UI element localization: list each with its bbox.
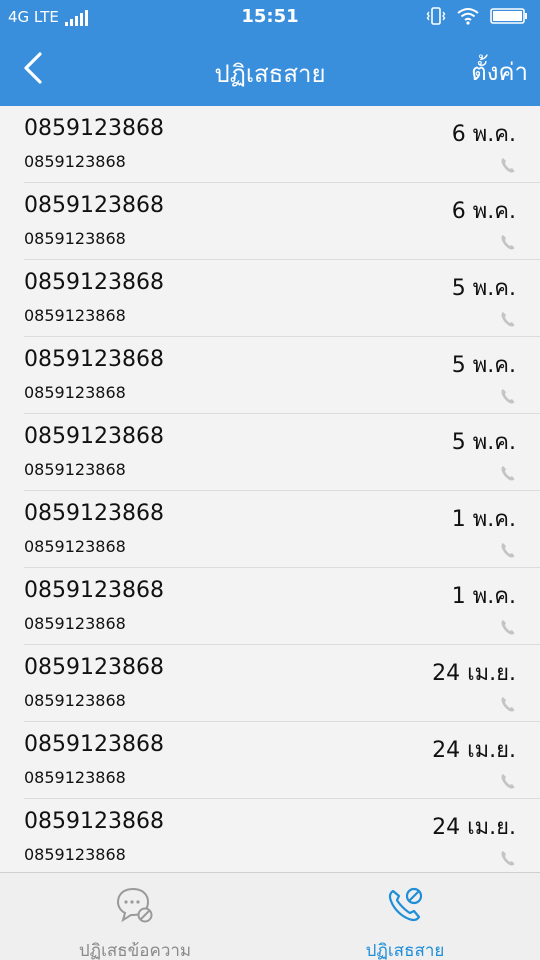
call-number: 0859123868 bbox=[24, 578, 164, 603]
call-subtitle: 0859123868 bbox=[24, 768, 126, 787]
phone-icon bbox=[501, 235, 515, 250]
phone-icon bbox=[501, 543, 515, 558]
call-number: 0859123868 bbox=[24, 116, 164, 141]
call-subtitle: 0859123868 bbox=[24, 229, 126, 248]
call-row[interactable]: 0859123868 6 พ.ค. 0859123868 bbox=[24, 106, 540, 183]
call-row[interactable]: 0859123868 5 พ.ค. 0859123868 bbox=[24, 337, 540, 414]
tab-blocked-messages[interactable]: ปฏิเสธข้อความ bbox=[0, 873, 270, 960]
call-row[interactable]: 0859123868 24 เม.ย. 0859123868 bbox=[24, 645, 540, 722]
call-date: 5 พ.ค. bbox=[451, 430, 516, 455]
phone-icon bbox=[501, 389, 515, 404]
call-number: 0859123868 bbox=[24, 732, 164, 757]
call-date: 24 เม.ย. bbox=[432, 815, 516, 840]
call-number: 0859123868 bbox=[24, 347, 164, 372]
call-date: 6 พ.ค. bbox=[451, 199, 516, 224]
phone-icon bbox=[501, 158, 515, 173]
tab-blocked-calls-label: ปฏิเสธสาย bbox=[365, 941, 445, 960]
page-title: ปฏิเสธสาย bbox=[214, 60, 326, 88]
status-bar: 4G LTE 15:51 bbox=[0, 0, 540, 34]
call-subtitle: 0859123868 bbox=[24, 845, 126, 864]
app-header: 4G LTE 15:51 ปฏิเสธสาย ตั้งค่า bbox=[0, 0, 540, 106]
battery-icon bbox=[490, 8, 527, 24]
call-number: 0859123868 bbox=[24, 193, 164, 218]
call-subtitle: 0859123868 bbox=[24, 306, 126, 325]
call-row[interactable]: 0859123868 1 พ.ค. 0859123868 bbox=[24, 568, 540, 645]
call-date: 5 พ.ค. bbox=[451, 353, 516, 378]
tab-blocked-calls[interactable]: ปฏิเสธสาย bbox=[270, 873, 540, 960]
call-subtitle: 0859123868 bbox=[24, 537, 126, 556]
call-number: 0859123868 bbox=[24, 809, 164, 834]
call-number: 0859123868 bbox=[24, 501, 164, 526]
call-date: 6 พ.ค. bbox=[451, 122, 516, 147]
call-date: 1 พ.ค. bbox=[451, 507, 516, 532]
call-subtitle: 0859123868 bbox=[24, 614, 126, 633]
wifi-icon bbox=[457, 8, 479, 25]
call-row[interactable]: 0859123868 24 เม.ย. 0859123868 bbox=[24, 722, 540, 799]
phone-blocked-icon bbox=[388, 887, 423, 922]
call-subtitle: 0859123868 bbox=[24, 460, 126, 479]
call-row[interactable]: 0859123868 5 พ.ค. 0859123868 bbox=[24, 260, 540, 337]
phone-icon bbox=[501, 697, 515, 712]
phone-icon bbox=[501, 774, 515, 789]
call-number: 0859123868 bbox=[24, 270, 164, 295]
settings-button[interactable]: ตั้งค่า bbox=[471, 52, 528, 91]
vibrate-icon bbox=[426, 7, 446, 25]
status-icons bbox=[426, 6, 528, 26]
call-row[interactable]: 0859123868 24 เม.ย. 0859123868 bbox=[24, 799, 540, 872]
call-number: 0859123868 bbox=[24, 424, 164, 449]
bottom-tab-bar: ปฏิเสธข้อความ ปฏิเสธสาย bbox=[0, 872, 540, 960]
call-date: 1 พ.ค. bbox=[451, 584, 516, 609]
call-number: 0859123868 bbox=[24, 655, 164, 680]
phone-icon bbox=[501, 620, 515, 635]
phone-icon bbox=[501, 466, 515, 481]
message-blocked-icon bbox=[116, 887, 153, 923]
call-row[interactable]: 0859123868 1 พ.ค. 0859123868 bbox=[24, 491, 540, 568]
phone-icon bbox=[501, 312, 515, 327]
call-subtitle: 0859123868 bbox=[24, 691, 126, 710]
tab-blocked-messages-label: ปฏิเสธข้อความ bbox=[78, 941, 192, 960]
call-row[interactable]: 0859123868 5 พ.ค. 0859123868 bbox=[24, 414, 540, 491]
call-date: 24 เม.ย. bbox=[432, 738, 516, 763]
call-subtitle: 0859123868 bbox=[24, 152, 126, 171]
blocked-calls-list: 0859123868 6 พ.ค. 0859123868 0859123868 6 พ.… bbox=[0, 106, 540, 872]
title-bar: ปฏิเสธสาย ตั้งค่า bbox=[0, 34, 540, 106]
call-row[interactable]: 0859123868 6 พ.ค. 0859123868 bbox=[24, 183, 540, 260]
call-date: 5 พ.ค. bbox=[451, 276, 516, 301]
phone-icon bbox=[501, 851, 515, 866]
call-date: 24 เม.ย. bbox=[432, 661, 516, 686]
call-subtitle: 0859123868 bbox=[24, 383, 126, 402]
